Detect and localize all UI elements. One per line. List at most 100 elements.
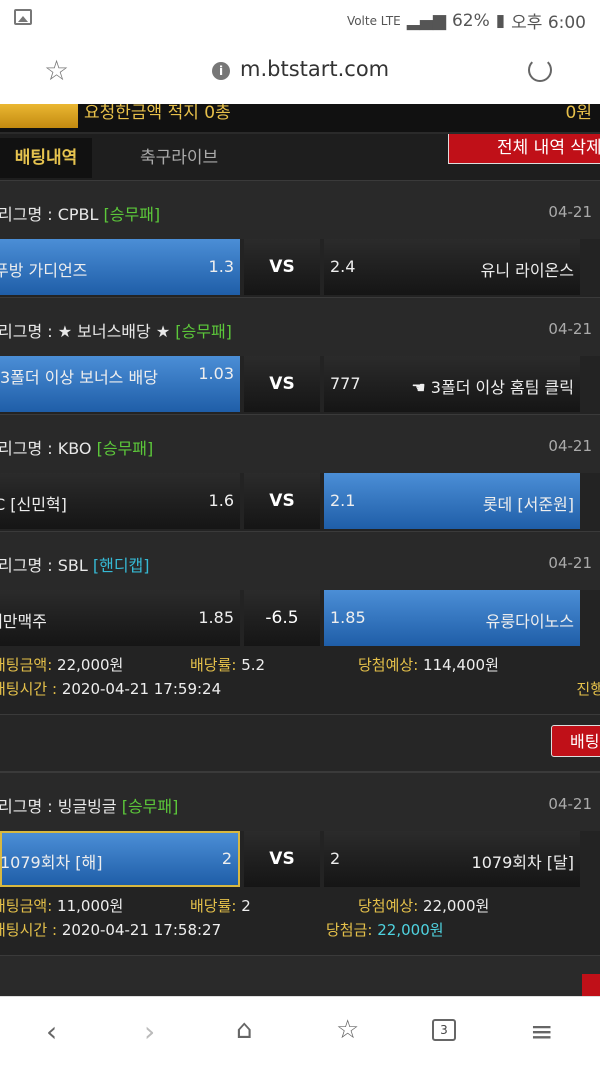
match-date: 04-21 <box>548 795 592 813</box>
away-odds: 777 <box>330 374 361 393</box>
vs-cell[interactable]: VS <box>244 356 320 412</box>
win-amount-label: 당첨금: <box>326 921 373 939</box>
away-odds: 2.4 <box>330 257 356 276</box>
battery-text: 62% <box>451 10 490 31</box>
home-odds: 1.03 <box>198 364 234 383</box>
away-team: 유니 라이온스 <box>480 261 574 280</box>
handicap-line[interactable]: -6.5 <box>244 590 320 646</box>
home-odds: 1.6 <box>208 491 234 510</box>
home-odds: 2 <box>221 849 232 868</box>
clock-text: 오후 6:00 <box>511 13 586 33</box>
match-date: 04-21 <box>548 554 592 572</box>
match-date: 04-21 <box>548 203 592 221</box>
reload-icon[interactable] <box>528 58 552 82</box>
battery-icon: ▮ <box>495 10 506 31</box>
menu-icon[interactable]: ≡ <box>530 1015 553 1048</box>
win-amount: 22,000원 <box>377 921 444 939</box>
bet-type-tag: [승무패] <box>175 322 232 341</box>
away-pick[interactable]: 777 ☚ 3폴더 이상 홈팀 클릭 <box>324 356 580 412</box>
expected-win: 114,400원 <box>423 656 499 674</box>
league-header: 리그명 : KBO [승무패] 04-21 <box>0 414 600 473</box>
partial-red-button[interactable] <box>582 974 600 996</box>
match-date: 04-21 <box>548 320 592 338</box>
home-odds: 1.3 <box>208 257 234 276</box>
bet-amount-label: 배팅금액: <box>0 656 53 674</box>
home-team: 푸방 가디언즈 <box>0 261 88 280</box>
away-odds: 2.1 <box>330 491 356 510</box>
header-strip: 요청한금액 적지 0총 0원 <box>0 104 600 132</box>
bet-amount: 22,000원 <box>57 656 124 674</box>
league-name: 리그명 : SBL <box>0 556 88 575</box>
away-pick[interactable]: 2.1 롯데 [서준원] <box>324 473 580 529</box>
expected-win-label: 당첨예상: <box>358 897 419 915</box>
expected-win: 22,000원 <box>423 897 490 915</box>
match-row: NC [신민혁] 1.6 VS 2.1 롯데 [서준원] <box>0 473 600 531</box>
league-header: 리그명 : CPBL [승무패] 04-21 <box>0 180 600 239</box>
bet-time-label: 배팅시간 : <box>0 921 58 939</box>
tab-bet-history[interactable]: 배팅내역 <box>0 138 92 178</box>
home-team: 1079회차 [해] <box>0 853 103 872</box>
match-date: 04-21 <box>548 437 592 455</box>
home-team: NC [신민혁] <box>0 495 67 514</box>
home-team: 대만맥주 <box>0 612 47 631</box>
league-header: 리그명 : 빙글빙글 [승무패] 04-21 <box>0 772 600 831</box>
browser-url-bar: ☆ i m.btstart.com <box>0 38 600 104</box>
bookmarks-icon[interactable]: ☆ <box>336 1015 359 1045</box>
browser-bottom-nav: ‹ › ⌂ ☆ 3 ≡ <box>0 996 600 1068</box>
site-info-icon[interactable]: i <box>212 62 230 80</box>
bet-type-tag: [핸디캡] <box>92 556 150 575</box>
away-pick[interactable]: 2.4 유니 라이온스 <box>324 239 580 295</box>
home-pick[interactable]: 1079회차 [해] 2 <box>0 831 240 887</box>
home-pick[interactable]: 3폴더 이상 보너스 배당 1.03 <box>0 356 240 412</box>
header-strip-text: 요청한금액 적지 0총 <box>84 104 231 123</box>
bet-type-tag: [승무패] <box>121 797 179 816</box>
tab-bar: 배팅내역 축구라이브 전체 내역 삭제 <box>0 134 600 180</box>
home-pick[interactable]: NC [신민혁] 1.6 <box>0 473 240 529</box>
home-odds: 1.85 <box>198 608 234 627</box>
home-team: 3폴더 이상 보너스 배당 <box>0 368 158 387</box>
home-pick[interactable]: 푸방 가디언즈 1.3 <box>0 239 240 295</box>
vs-cell[interactable]: VS <box>244 831 320 887</box>
match-row: 대만맥주 1.85 -6.5 1.85 유룽다이노스 <box>0 590 600 648</box>
odds-rate: 5.2 <box>241 656 266 674</box>
league-header: 리그명 : ★ 보너스배당 ★ [승무패] 04-21 <box>0 297 600 356</box>
odds-rate-label: 배당률: <box>190 897 237 915</box>
away-team: ☚ 3폴더 이상 홈팀 클릭 <box>411 378 574 397</box>
bet-type-tag: [승무패] <box>103 205 161 224</box>
bet-status: 진행 <box>576 680 600 698</box>
bet-summary: 배팅금액: 11,000원 배당률: 2 당첨예상: 22,000원 배팅시간 … <box>0 889 600 956</box>
home-pick[interactable]: 대만맥주 1.85 <box>0 590 240 646</box>
away-pick[interactable]: 1.85 유룽다이노스 <box>324 590 580 646</box>
vs-cell[interactable]: VS <box>244 473 320 529</box>
bet-type-tag: [승무패] <box>96 439 154 458</box>
bookmark-star-icon[interactable]: ☆ <box>44 54 69 87</box>
bet-button[interactable]: 배팅 <box>551 725 600 757</box>
tab-soccer-live[interactable]: 축구라이브 <box>140 138 218 178</box>
league-name: 리그명 : KBO <box>0 439 92 458</box>
delete-all-button[interactable]: 전체 내역 삭제 <box>448 134 600 164</box>
league-name: 리그명 : 빙글빙글 <box>0 797 117 816</box>
bet-amount-label: 배팅금액: <box>0 897 53 915</box>
forward-icon[interactable]: › <box>144 1015 155 1048</box>
away-pick[interactable]: 2 1079회차 [달] <box>324 831 580 887</box>
league-header: 리그명 : SBL [핸디캡] 04-21 <box>0 531 600 590</box>
bet-summary: 배팅금액: 22,000원 배당률: 5.2 당첨예상: 114,400원 배팅… <box>0 648 600 715</box>
match-row: 푸방 가디언즈 1.3 VS 2.4 유니 라이온스 <box>0 239 600 297</box>
tabs-icon[interactable]: 3 <box>432 1019 456 1041</box>
away-odds: 1.85 <box>330 608 366 627</box>
away-odds: 2 <box>330 849 341 868</box>
away-team: 롯데 [서준원] <box>482 495 574 514</box>
league-name: 리그명 : ★ 보너스배당 ★ <box>0 322 171 341</box>
vs-cell[interactable]: VS <box>244 239 320 295</box>
match-row: 1079회차 [해] 2 VS 2 1079회차 [달] <box>0 831 600 889</box>
league-name: 리그명 : CPBL <box>0 205 99 224</box>
odds-rate: 2 <box>241 897 251 915</box>
match-row: 3폴더 이상 보너스 배당 1.03 VS 777 ☚ 3폴더 이상 홈팀 클릭 <box>0 356 600 414</box>
back-icon[interactable]: ‹ <box>46 1015 57 1048</box>
home-icon[interactable]: ⌂ <box>236 1015 253 1045</box>
image-icon <box>14 9 32 25</box>
group-separator: 배팅 <box>0 715 600 772</box>
bet-list: 리그명 : CPBL [승무패] 04-21 푸방 가디언즈 1.3 VS 2.… <box>0 180 600 956</box>
signal-bars-icon: ▂▄▆ <box>406 10 446 31</box>
url-text[interactable]: m.btstart.com <box>240 57 389 81</box>
